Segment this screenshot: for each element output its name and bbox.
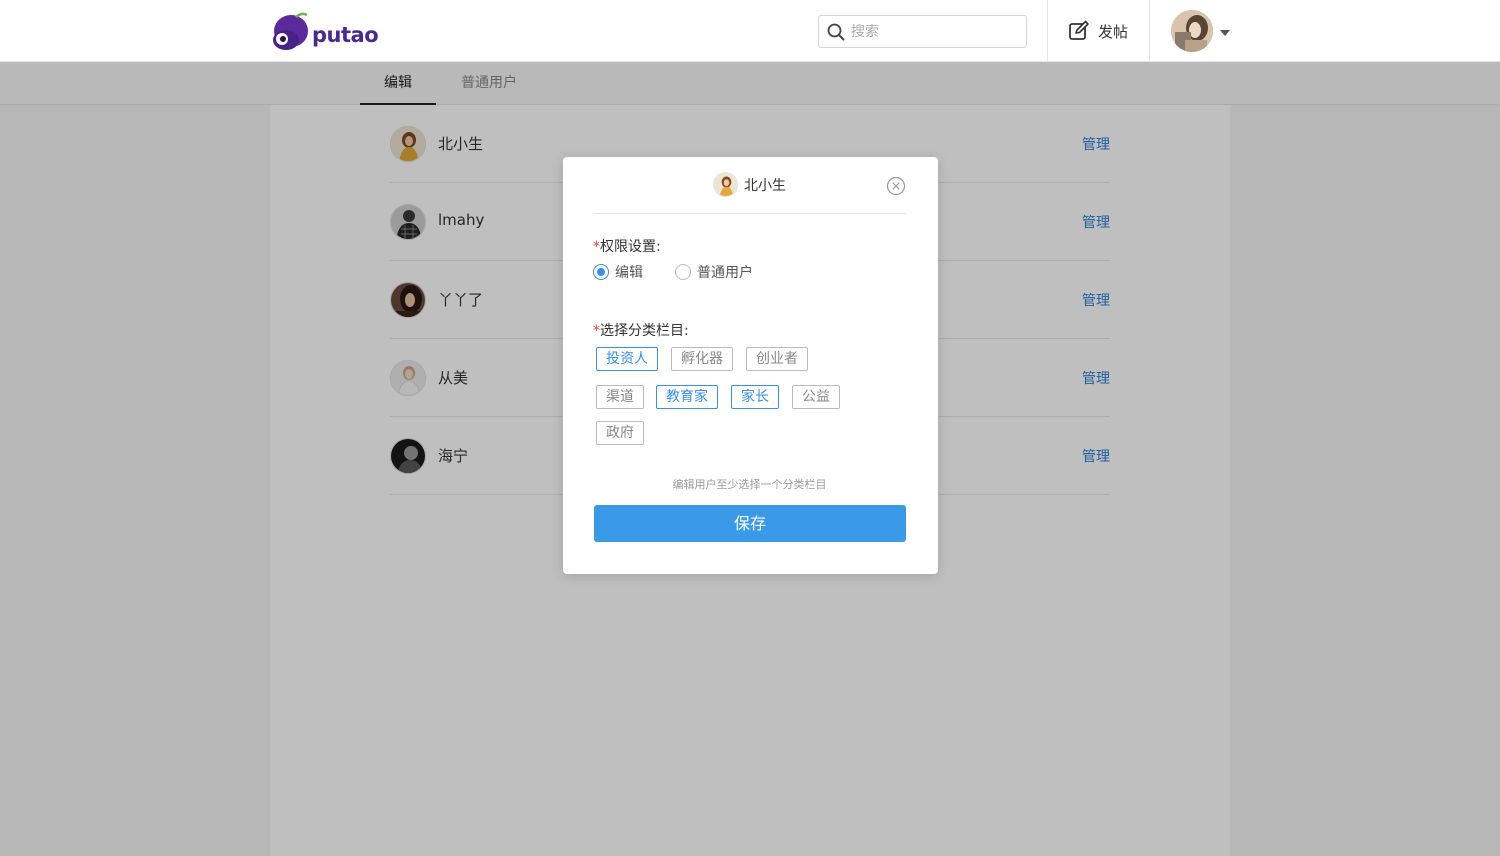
role-radio-group: 编辑 普通用户 <box>593 262 785 282</box>
radio-dot[interactable] <box>675 264 691 280</box>
category-tag[interactable]: 家长 <box>731 385 779 409</box>
close-icon <box>886 176 906 196</box>
post-button[interactable]: 发帖 <box>1068 19 1128 43</box>
header-divider <box>1047 0 1048 62</box>
post-label: 发帖 <box>1098 22 1129 41</box>
radio-regular-user[interactable]: 普通用户 <box>675 262 753 282</box>
category-tag[interactable]: 教育家 <box>656 385 718 409</box>
current-user-avatar[interactable] <box>1171 10 1213 52</box>
grape-logo-icon <box>273 12 308 50</box>
modal-user-name: 北小生 <box>744 177 786 194</box>
chevron-down-icon[interactable] <box>1220 30 1230 36</box>
category-tag[interactable]: 渠道 <box>596 385 644 409</box>
putao-logo[interactable]: putao <box>270 12 379 52</box>
permission-label: *权限设置: <box>593 239 661 255</box>
category-tag[interactable]: 孵化器 <box>671 347 733 371</box>
radio-dot[interactable] <box>593 264 609 280</box>
category-tag[interactable]: 投资人 <box>596 347 658 371</box>
radio-label: 编辑 <box>615 265 643 281</box>
required-mark: * <box>593 323 600 339</box>
required-mark: * <box>593 239 600 255</box>
avatar <box>713 172 738 197</box>
radio-editor[interactable]: 编辑 <box>593 262 643 282</box>
category-tag[interactable]: 公益 <box>792 385 840 409</box>
search-box[interactable] <box>818 15 1027 48</box>
close-button[interactable] <box>886 176 906 196</box>
hint-text: 编辑用户至少选择一个分类栏目 <box>672 478 827 491</box>
permission-modal: 北小生 *权限设置: 编辑 普通用户 *选择分类栏目: 投资人 孵化器 创业者 … <box>563 157 938 574</box>
top-header: putao 发帖 <box>0 0 1500 62</box>
category-tag[interactable]: 政府 <box>596 421 644 445</box>
modal-header: 北小生 <box>593 157 906 214</box>
search-icon <box>827 23 845 40</box>
category-tag[interactable]: 创业者 <box>746 347 808 371</box>
search-input[interactable] <box>851 23 1011 40</box>
header-divider <box>1149 0 1150 62</box>
logo-text: putao <box>312 23 379 47</box>
radio-label: 普通用户 <box>697 265 753 281</box>
edit-icon <box>1069 20 1089 40</box>
category-label: *选择分类栏目: <box>593 323 689 339</box>
save-button[interactable]: 保存 <box>594 505 906 542</box>
avatar-image <box>1171 10 1213 52</box>
modal-user-info: 北小生 <box>593 172 906 197</box>
